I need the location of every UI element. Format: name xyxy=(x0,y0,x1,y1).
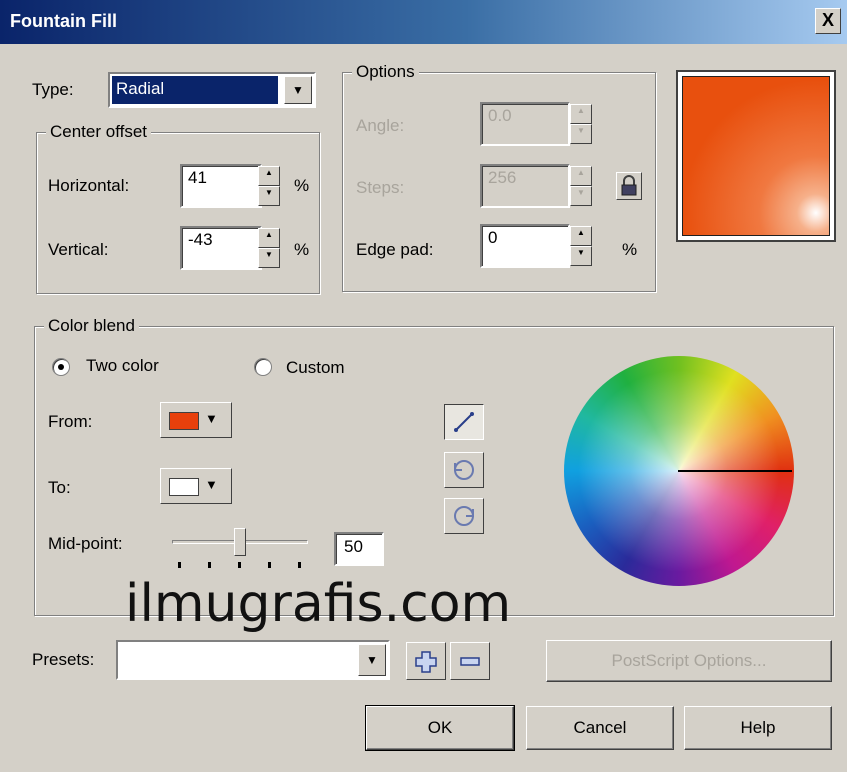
minus-icon xyxy=(460,657,480,666)
presets-dropdown-arrow-icon[interactable]: ▼ xyxy=(358,644,386,676)
to-color-picker[interactable]: ▼ xyxy=(160,468,232,504)
ok-button[interactable]: OK xyxy=(365,705,515,751)
custom-radio[interactable] xyxy=(254,358,272,376)
from-color-picker[interactable]: ▼ xyxy=(160,402,232,438)
steps-input[interactable]: 256 xyxy=(480,164,570,208)
presets-label: Presets: xyxy=(32,650,95,669)
clockwise-icon xyxy=(454,506,474,526)
postscript-options-button[interactable]: PostScript Options... xyxy=(546,640,832,682)
close-button[interactable]: X xyxy=(815,8,841,34)
color-blend-title: Color blend xyxy=(44,316,139,336)
clockwise-blend-button[interactable] xyxy=(444,498,484,534)
spin-down-icon[interactable]: ▼ xyxy=(258,248,280,268)
horizontal-label: Horizontal: xyxy=(48,176,130,195)
watermark-text: ilmugrafis.com xyxy=(125,574,512,634)
radio-selected-dot xyxy=(58,364,64,370)
spin-down-icon[interactable]: ▼ xyxy=(570,124,592,144)
spin-up-icon[interactable]: ▲ xyxy=(258,228,280,248)
spin-down-icon[interactable]: ▼ xyxy=(258,186,280,206)
add-preset-button[interactable] xyxy=(406,642,446,680)
chevron-down-icon: ▼ xyxy=(205,477,218,492)
counterclockwise-blend-button[interactable] xyxy=(444,452,484,488)
type-label-text: Type: xyxy=(32,80,74,99)
type-combo-value: Radial xyxy=(111,75,279,105)
slider-tick xyxy=(238,562,241,568)
direct-line-icon xyxy=(454,412,474,432)
to-label: To: xyxy=(48,478,71,497)
center-offset-group xyxy=(36,132,320,294)
horizontal-spinner[interactable]: ▲ ▼ xyxy=(258,166,280,206)
help-button[interactable]: Help xyxy=(684,706,832,750)
to-color-swatch xyxy=(169,478,199,496)
type-label: Type: xyxy=(32,80,74,100)
lock-steps-button[interactable] xyxy=(616,172,642,200)
spin-up-icon[interactable]: ▲ xyxy=(570,104,592,124)
angle-input[interactable]: 0.0 xyxy=(480,102,570,146)
vertical-spinner[interactable]: ▲ ▼ xyxy=(258,228,280,268)
vertical-input[interactable]: -43 xyxy=(180,226,262,270)
slider-tick xyxy=(298,562,301,568)
presets-combo[interactable]: ▼ xyxy=(116,640,390,680)
from-label: From: xyxy=(48,412,93,431)
lock-icon xyxy=(621,175,637,196)
type-combo[interactable]: Radial ▼ xyxy=(108,72,316,108)
steps-spinner[interactable]: ▲ ▼ xyxy=(570,166,592,206)
slider-tick xyxy=(178,562,181,568)
slider-thumb[interactable] xyxy=(234,528,246,556)
midpoint-slider[interactable] xyxy=(172,526,312,572)
spin-up-icon[interactable]: ▲ xyxy=(570,226,592,246)
angle-label: Angle: xyxy=(356,116,405,135)
fountain-fill-dialog: Fountain Fill X Type: Radial ▼ Center of… xyxy=(0,0,847,772)
fill-preview-swatch xyxy=(682,76,830,236)
window-title: Fountain Fill xyxy=(10,11,117,31)
plus-icon xyxy=(415,651,437,673)
spin-down-icon[interactable]: ▼ xyxy=(570,246,592,266)
angle-spinner[interactable]: ▲ ▼ xyxy=(570,104,592,144)
spin-up-icon[interactable]: ▲ xyxy=(258,166,280,186)
edge-pad-spinner[interactable]: ▲ ▼ xyxy=(570,226,592,266)
blend-direction-line xyxy=(678,470,792,472)
horizontal-input[interactable]: 41 xyxy=(180,164,262,208)
two-color-label[interactable]: Two color xyxy=(86,356,159,376)
custom-label[interactable]: Custom xyxy=(286,358,345,378)
color-wheel[interactable] xyxy=(564,356,794,586)
cancel-button[interactable]: Cancel xyxy=(526,706,674,750)
slider-tick xyxy=(268,562,271,568)
spin-up-icon[interactable]: ▲ xyxy=(570,166,592,186)
center-offset-title: Center offset xyxy=(46,122,152,142)
edge-pad-unit: % xyxy=(622,240,638,259)
midpoint-label: Mid-point: xyxy=(48,534,123,553)
spin-down-icon[interactable]: ▼ xyxy=(570,186,592,206)
title-bar[interactable]: Fountain Fill X xyxy=(0,0,847,44)
slider-tick xyxy=(208,562,211,568)
two-color-radio[interactable] xyxy=(52,358,70,376)
edge-pad-input[interactable]: 0 xyxy=(480,224,570,268)
midpoint-input[interactable]: 50 xyxy=(334,532,384,566)
options-title: Options xyxy=(352,62,419,82)
horizontal-unit: % xyxy=(294,176,310,195)
fill-preview xyxy=(676,70,836,242)
direct-blend-button[interactable] xyxy=(444,404,484,440)
steps-label: Steps: xyxy=(356,178,405,197)
vertical-unit: % xyxy=(294,240,310,259)
type-dropdown-arrow-icon[interactable]: ▼ xyxy=(284,76,312,104)
from-color-swatch xyxy=(169,412,199,430)
counterclockwise-icon xyxy=(454,460,474,480)
edge-pad-label: Edge pad: xyxy=(356,240,434,259)
chevron-down-icon: ▼ xyxy=(205,411,218,426)
remove-preset-button[interactable] xyxy=(450,642,490,680)
vertical-label: Vertical: xyxy=(48,240,109,259)
